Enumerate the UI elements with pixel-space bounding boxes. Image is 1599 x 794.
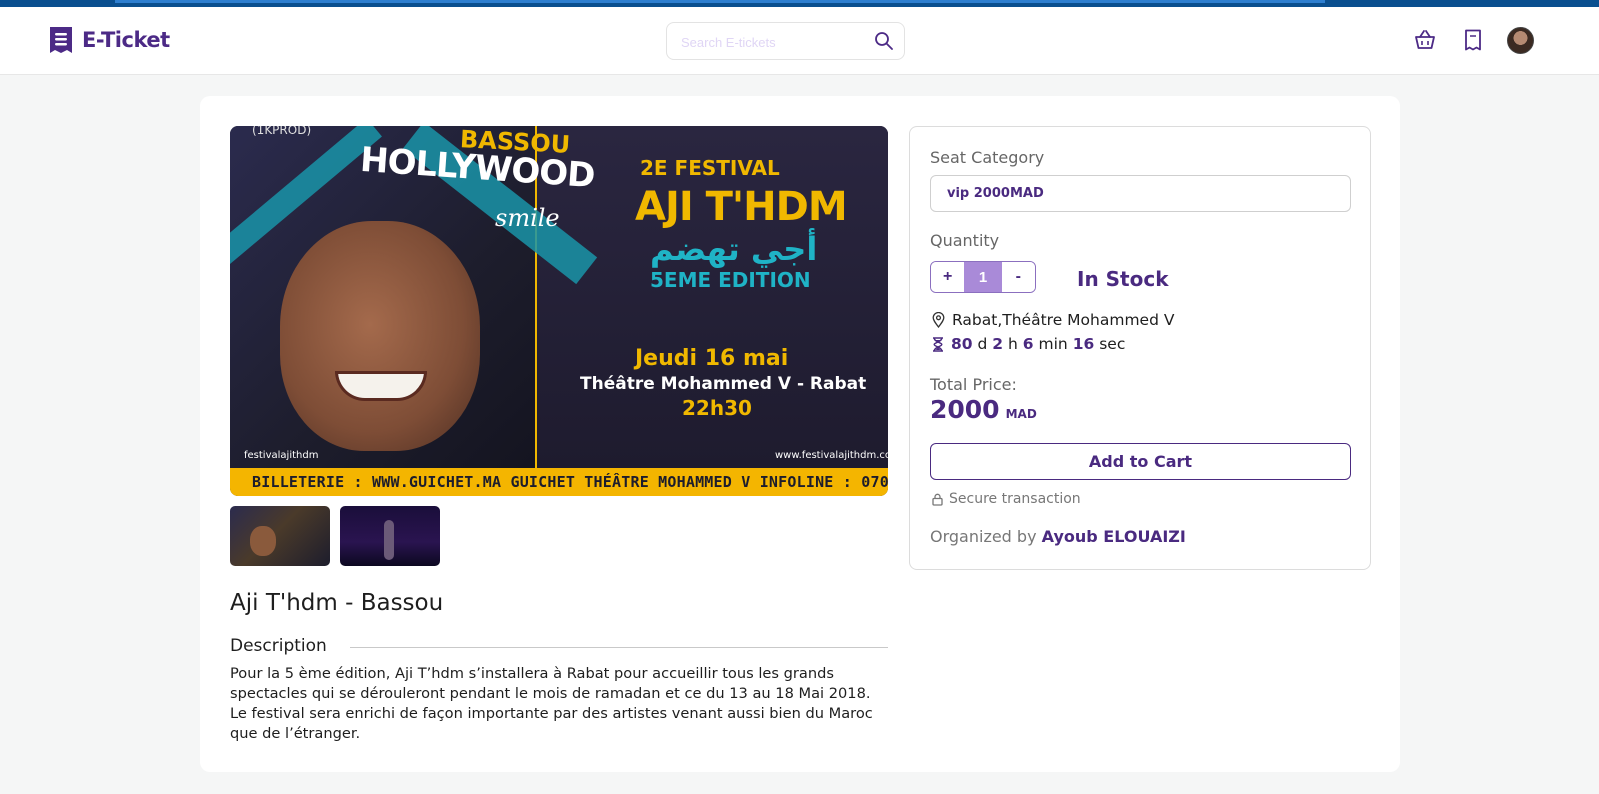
countdown-days: 80: [951, 335, 973, 353]
countdown-days-unit: d: [977, 335, 988, 353]
decrement-button[interactable]: -: [1001, 262, 1035, 292]
seat-category-label: Seat Category: [930, 148, 1045, 167]
event-poster: (1KPROD) BASSOU HOLLYWOOD smile 2E FESTI…: [230, 126, 888, 496]
poster-venue: Théâtre Mohammed V - Rabat: [580, 374, 867, 394]
seat-category-select[interactable]: vip 2000MAD: [930, 175, 1351, 212]
poster-facebook: festivalajithdm: [244, 450, 319, 461]
poster-face: [280, 221, 480, 451]
search-box: [666, 22, 905, 60]
countdown: 80 d 2 h 6 min 16 sec: [932, 335, 1125, 353]
hourglass-icon: [933, 336, 943, 352]
event-description: Pour la 5 ème édition, Aji T’hdm s’insta…: [230, 665, 873, 742]
description-heading: Description: [230, 636, 327, 656]
location-text: Rabat,Théâtre Mohammed V: [952, 311, 1175, 329]
event-location: Rabat,Théâtre Mohammed V: [932, 311, 1174, 329]
search-icon[interactable]: [874, 31, 894, 51]
poster-festival-arabic: أجي تهضم: [650, 230, 818, 268]
stock-status: In Stock: [1077, 267, 1169, 291]
basket-icon[interactable]: [1413, 29, 1437, 51]
site-header: E-Ticket: [0, 7, 1599, 75]
top-bar: [0, 0, 1599, 7]
poster-website: www.festivalajithdm.com: [775, 450, 888, 461]
purchase-panel: Seat Category vip 2000MAD Quantity + 1 -…: [909, 126, 1371, 570]
description-divider: [350, 647, 888, 648]
countdown-minutes-unit: min: [1038, 335, 1068, 353]
poster-ticket-strip: BILLETERIE : WWW.GUICHET.MA GUICHET THÉÂ…: [230, 468, 888, 496]
total-price-label: Total Price:: [930, 375, 1017, 394]
poster-festival: 2E FESTIVAL: [640, 156, 780, 180]
add-to-cart-button[interactable]: Add to Cart: [930, 443, 1351, 480]
thumbnail-poster[interactable]: [230, 506, 330, 566]
secure-transaction-text: Secure transaction: [949, 491, 1081, 507]
event-title: Aji T'hdm - Bassou: [230, 590, 444, 616]
countdown-hours: 2: [992, 335, 1004, 353]
top-bar-highlight: [115, 0, 1325, 3]
location-pin-icon: [932, 312, 945, 328]
total-price-amount: 2000: [930, 395, 1000, 424]
lock-icon: [932, 493, 943, 506]
user-avatar[interactable]: [1507, 27, 1534, 54]
organizer-link[interactable]: Ayoub ELOUAIZI: [1042, 527, 1186, 546]
countdown-hours-unit: h: [1008, 335, 1018, 353]
poster-producer: (1KPROD): [252, 126, 312, 137]
increment-button[interactable]: +: [931, 262, 965, 292]
total-price: 2000 MAD: [930, 395, 1037, 424]
quantity-value: 1: [964, 262, 1002, 292]
ticket-logo-icon: [50, 27, 72, 53]
quantity-stepper: + 1 -: [930, 261, 1036, 293]
organizer-label: Organized by: [930, 527, 1037, 546]
event-card: (1KPROD) BASSOU HOLLYWOOD smile 2E FESTI…: [200, 96, 1400, 772]
brand-logo[interactable]: E-Ticket: [48, 25, 170, 55]
thumbnail-stage[interactable]: [340, 506, 440, 566]
brand-name: E-Ticket: [82, 28, 170, 52]
quantity-label: Quantity: [930, 231, 1000, 250]
poster-time: 22h30: [682, 396, 752, 420]
organizer: Organized by Ayoub ELOUAIZI: [930, 527, 1186, 546]
secure-transaction: Secure transaction: [932, 491, 1081, 507]
countdown-seconds: 16: [1072, 335, 1095, 353]
ticket-icon[interactable]: [1464, 29, 1482, 51]
countdown-seconds-unit: sec: [1099, 335, 1126, 353]
search-input[interactable]: [681, 32, 861, 52]
poster-date: Jeudi 16 mai: [635, 346, 789, 371]
poster-show-subtitle: smile: [495, 204, 560, 232]
poster-edition: 5EME EDITION: [650, 268, 811, 292]
countdown-minutes: 6: [1022, 335, 1034, 353]
total-price-currency: MAD: [1005, 407, 1037, 421]
poster-festival-name: AJI T'HDM: [635, 184, 848, 230]
